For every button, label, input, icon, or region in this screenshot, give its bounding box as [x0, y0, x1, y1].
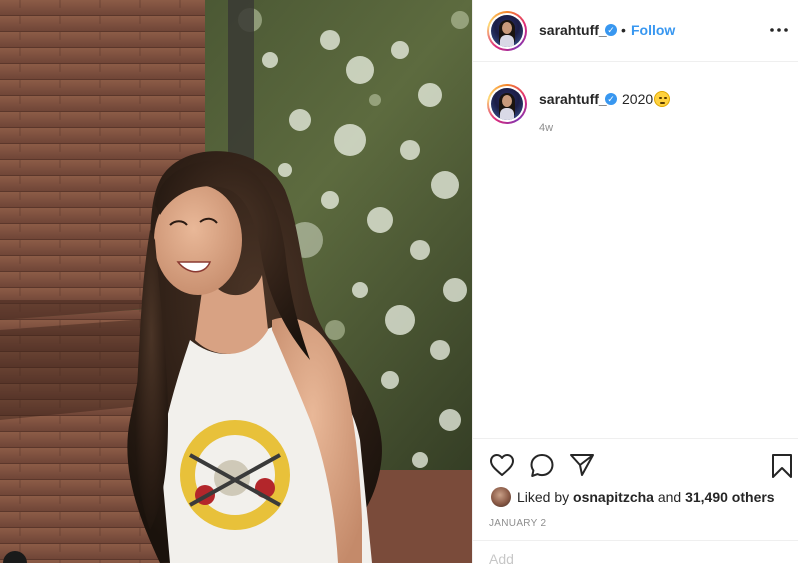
caption-time-ago[interactable]: 4w — [539, 122, 553, 134]
paper-plane-icon[interactable] — [569, 453, 595, 477]
liker-avatar[interactable] — [491, 487, 511, 507]
post-image — [0, 0, 472, 563]
likes-prefix: Liked by — [517, 489, 570, 505]
caption-verified-badge-icon: ✓ — [605, 93, 617, 105]
caption-author-avatar[interactable] — [487, 84, 527, 124]
face-emoji-icon — [654, 91, 670, 107]
more-horizontal-icon[interactable] — [767, 18, 791, 42]
bookmark-icon[interactable] — [771, 453, 793, 479]
separator-dot: • — [621, 22, 626, 38]
comment-icon[interactable] — [529, 453, 555, 479]
post-date[interactable]: JANUARY 2 — [489, 518, 546, 529]
author-avatar[interactable] — [487, 11, 527, 51]
post-sidebar: sarahtuff_ ✓ • Follow sarahtuff_ ✓ 2020 … — [472, 0, 798, 567]
caption-author-username[interactable]: sarahtuff_ — [539, 91, 607, 107]
add-comment-bar[interactable]: Add — [473, 540, 798, 567]
caption-text: 2020 — [622, 91, 654, 107]
liker-username[interactable]: osnapitzcha — [573, 489, 654, 505]
likes-count[interactable]: 31,490 others — [685, 489, 775, 505]
heart-icon[interactable] — [489, 453, 515, 477]
add-comment-placeholder[interactable]: Add — [489, 551, 514, 567]
post-photo[interactable] — [0, 0, 472, 563]
likes-joiner: and — [657, 489, 682, 505]
post-header: sarahtuff_ ✓ • Follow — [473, 0, 798, 62]
follow-button[interactable]: Follow — [631, 22, 675, 38]
verified-badge-icon: ✓ — [605, 24, 617, 36]
author-username[interactable]: sarahtuff_ — [539, 22, 607, 38]
likes-summary: Liked by osnapitzcha and 31,490 others — [517, 489, 775, 505]
